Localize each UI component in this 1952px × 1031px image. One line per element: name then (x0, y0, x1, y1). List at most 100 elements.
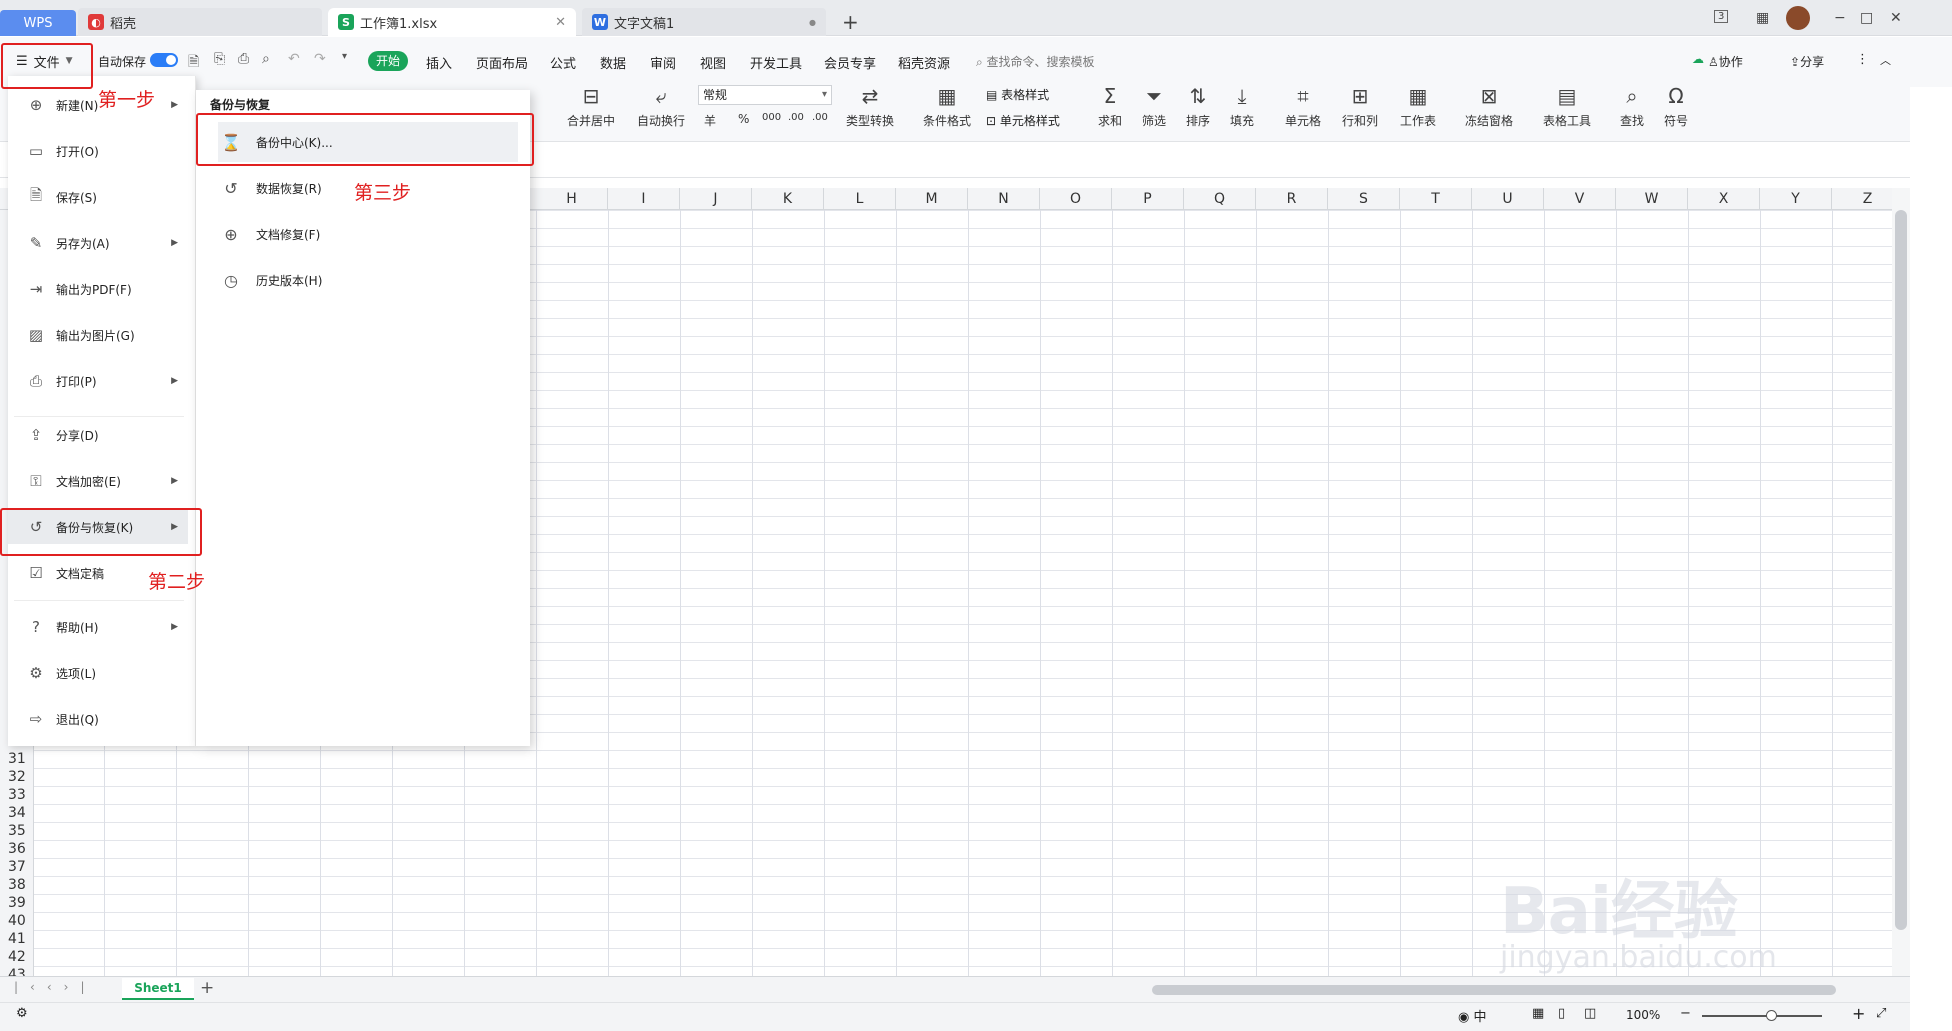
new-tab-button[interactable]: + (842, 10, 859, 34)
row-header-cell[interactable]: 32 (0, 768, 34, 786)
export-icon[interactable]: ⎘ (214, 51, 225, 67)
eye-protection-icon[interactable]: ◉ 中 (1458, 1006, 1486, 1025)
grid-view-icon[interactable]: ▦ (1756, 10, 1769, 26)
zoom-slider-handle[interactable] (1766, 1010, 1777, 1021)
worksheet-button[interactable]: ▦ 工作表 (1394, 84, 1442, 129)
zoom-in-button[interactable]: + (1852, 1004, 1865, 1023)
tab-formula[interactable]: 公式 (550, 53, 576, 72)
file-menu-item[interactable]: ⇥ 输出为PDF(F) (8, 272, 188, 306)
row-col-button[interactable]: ⊞ 行和列 (1336, 84, 1384, 129)
autosave-toggle[interactable] (150, 53, 178, 67)
file-menu-item[interactable]: 🗎 保存(S) (8, 180, 188, 214)
cloud-sync-icon[interactable]: ☁ (1692, 52, 1704, 66)
row-header-cell[interactable]: 35 (0, 822, 34, 840)
file-menu-item[interactable]: ▭ 打开(O) (8, 134, 188, 168)
sort-button[interactable]: ⇅ 排序 (1180, 84, 1216, 129)
tab-insert[interactable]: 插入 (426, 53, 452, 72)
avatar[interactable] (1786, 6, 1810, 30)
find-button[interactable]: ⌕ 查找 (1614, 84, 1650, 129)
sum-button[interactable]: Σ 求和 (1092, 84, 1128, 129)
close-tab-icon[interactable]: ✕ (555, 15, 566, 30)
zoom-level[interactable]: 100% (1626, 1008, 1660, 1022)
tab-workbook[interactable]: S 工作簿1.xlsx ✕ (328, 8, 576, 36)
page-break-view-icon[interactable]: ◫ (1584, 1006, 1596, 1021)
tab-start[interactable]: 开始 (368, 51, 408, 71)
file-menu-item[interactable]: ✎ 另存为(A) ▶ (8, 226, 188, 260)
symbol-button[interactable]: Ω 符号 (1658, 84, 1694, 129)
collapse-ribbon-icon[interactable]: ︿ (1880, 52, 1891, 68)
row-header-cell[interactable]: 34 (0, 804, 34, 822)
file-menu-item[interactable]: ⎙ 打印(P) ▶ (8, 364, 188, 398)
conditional-format-button[interactable]: ▦ 条件格式 (918, 84, 976, 129)
column-header-cell[interactable]: U (1472, 188, 1544, 210)
table-style-button[interactable]: ▤ 表格样式 (986, 86, 1049, 103)
currency-button[interactable]: 羊 (704, 112, 716, 129)
freeze-panes-button[interactable]: ⊠ 冻结窗格 (1458, 84, 1520, 129)
tab-developer[interactable]: 开发工具 (750, 53, 802, 72)
number-format-select[interactable]: 常规 (698, 85, 832, 105)
thousands-button[interactable]: 000 (762, 112, 781, 123)
cell-button[interactable]: ⌗ 单元格 (1280, 84, 1326, 129)
row-header-cell[interactable]: 37 (0, 858, 34, 876)
tab-wps[interactable]: WPS (0, 10, 76, 36)
row-header-cell[interactable]: 39 (0, 894, 34, 912)
maximize-button[interactable]: □ (1860, 10, 1873, 26)
tab-view[interactable]: 视图 (700, 53, 726, 72)
wrap-text-button[interactable]: ⤶ 自动换行 (632, 84, 690, 129)
vertical-scroll-thumb[interactable] (1895, 210, 1907, 930)
column-header-cell[interactable]: L (824, 188, 896, 210)
zoom-out-button[interactable]: − (1680, 1006, 1691, 1021)
file-menu-item[interactable]: ⇨ 退出(Q) (8, 702, 188, 736)
page-count-badge[interactable]: 3 (1714, 10, 1729, 23)
save-icon[interactable]: 🗎 (188, 51, 199, 75)
customize-icon[interactable]: ▾ (342, 51, 347, 62)
sheet-tab[interactable]: Sheet1 (122, 978, 194, 1000)
column-header-cell[interactable]: X (1688, 188, 1760, 210)
column-header-cell[interactable]: R (1256, 188, 1328, 210)
sheet-nav-arrows[interactable]: |‹‹›| (14, 980, 96, 994)
normal-view-icon[interactable]: ▦ (1532, 1006, 1544, 1021)
column-header-cell[interactable]: H (536, 188, 608, 210)
tab-document[interactable]: W 文字文稿1 ● (582, 8, 826, 36)
share-button[interactable]: ⇪分享 (1790, 53, 1824, 70)
file-menu-item[interactable]: ⚿ 文档加密(E) ▶ (8, 464, 188, 498)
doc-repair-item[interactable]: ⊕ 文档修复(F) (218, 214, 518, 254)
command-search[interactable]: ⌕ 查找命令、搜索模板 (976, 53, 1095, 70)
page-layout-view-icon[interactable]: ▯ (1558, 1006, 1565, 1021)
column-header-cell[interactable]: O (1040, 188, 1112, 210)
tab-resources[interactable]: 稻壳资源 (898, 53, 950, 72)
column-header-cell[interactable]: Q (1184, 188, 1256, 210)
fill-button[interactable]: ⤓ 填充 (1224, 84, 1260, 129)
column-header-cell[interactable]: K (752, 188, 824, 210)
collab-button[interactable]: ♙协作 (1708, 53, 1743, 70)
column-header-cell[interactable]: M (896, 188, 968, 210)
filter-button[interactable]: ⏷ 筛选 (1136, 84, 1172, 129)
table-tools-button[interactable]: ▤ 表格工具 (1536, 84, 1598, 129)
column-header-cell[interactable]: Y (1760, 188, 1832, 210)
horizontal-scroll-thumb[interactable] (1152, 985, 1836, 995)
more-icon[interactable]: ⋮ (1856, 52, 1869, 67)
column-header-cell[interactable]: V (1544, 188, 1616, 210)
add-sheet-button[interactable]: + (200, 978, 214, 998)
row-header-cell[interactable]: 36 (0, 840, 34, 858)
row-header-cell[interactable]: 31 (0, 750, 34, 768)
column-header-cell[interactable]: S (1328, 188, 1400, 210)
row-header-cell[interactable]: 41 (0, 930, 34, 948)
merge-center-button[interactable]: ⊟ 合并居中 (560, 84, 622, 129)
percent-button[interactable]: % (738, 112, 749, 126)
print-icon[interactable]: ⎙ (238, 51, 249, 67)
macro-icon[interactable]: ⚙ (16, 1006, 28, 1021)
column-header-cell[interactable]: I (608, 188, 680, 210)
type-convert-button[interactable]: ⇄ 类型转换 (838, 84, 902, 129)
fullscreen-icon[interactable]: ⤢ (1876, 1006, 1886, 1021)
file-menu-item[interactable]: ⚙ 选项(L) (8, 656, 188, 690)
zoom-slider[interactable] (1702, 1015, 1822, 1017)
increase-decimal-button[interactable]: .00 (788, 112, 804, 123)
column-header-cell[interactable]: T (1400, 188, 1472, 210)
row-header-cell[interactable]: 40 (0, 912, 34, 930)
column-header-cell[interactable]: P (1112, 188, 1184, 210)
column-header-cell[interactable]: W (1616, 188, 1688, 210)
decrease-decimal-button[interactable]: .00 (812, 112, 828, 123)
redo-icon[interactable]: ↷ (314, 51, 326, 67)
tab-review[interactable]: 审阅 (650, 53, 676, 72)
